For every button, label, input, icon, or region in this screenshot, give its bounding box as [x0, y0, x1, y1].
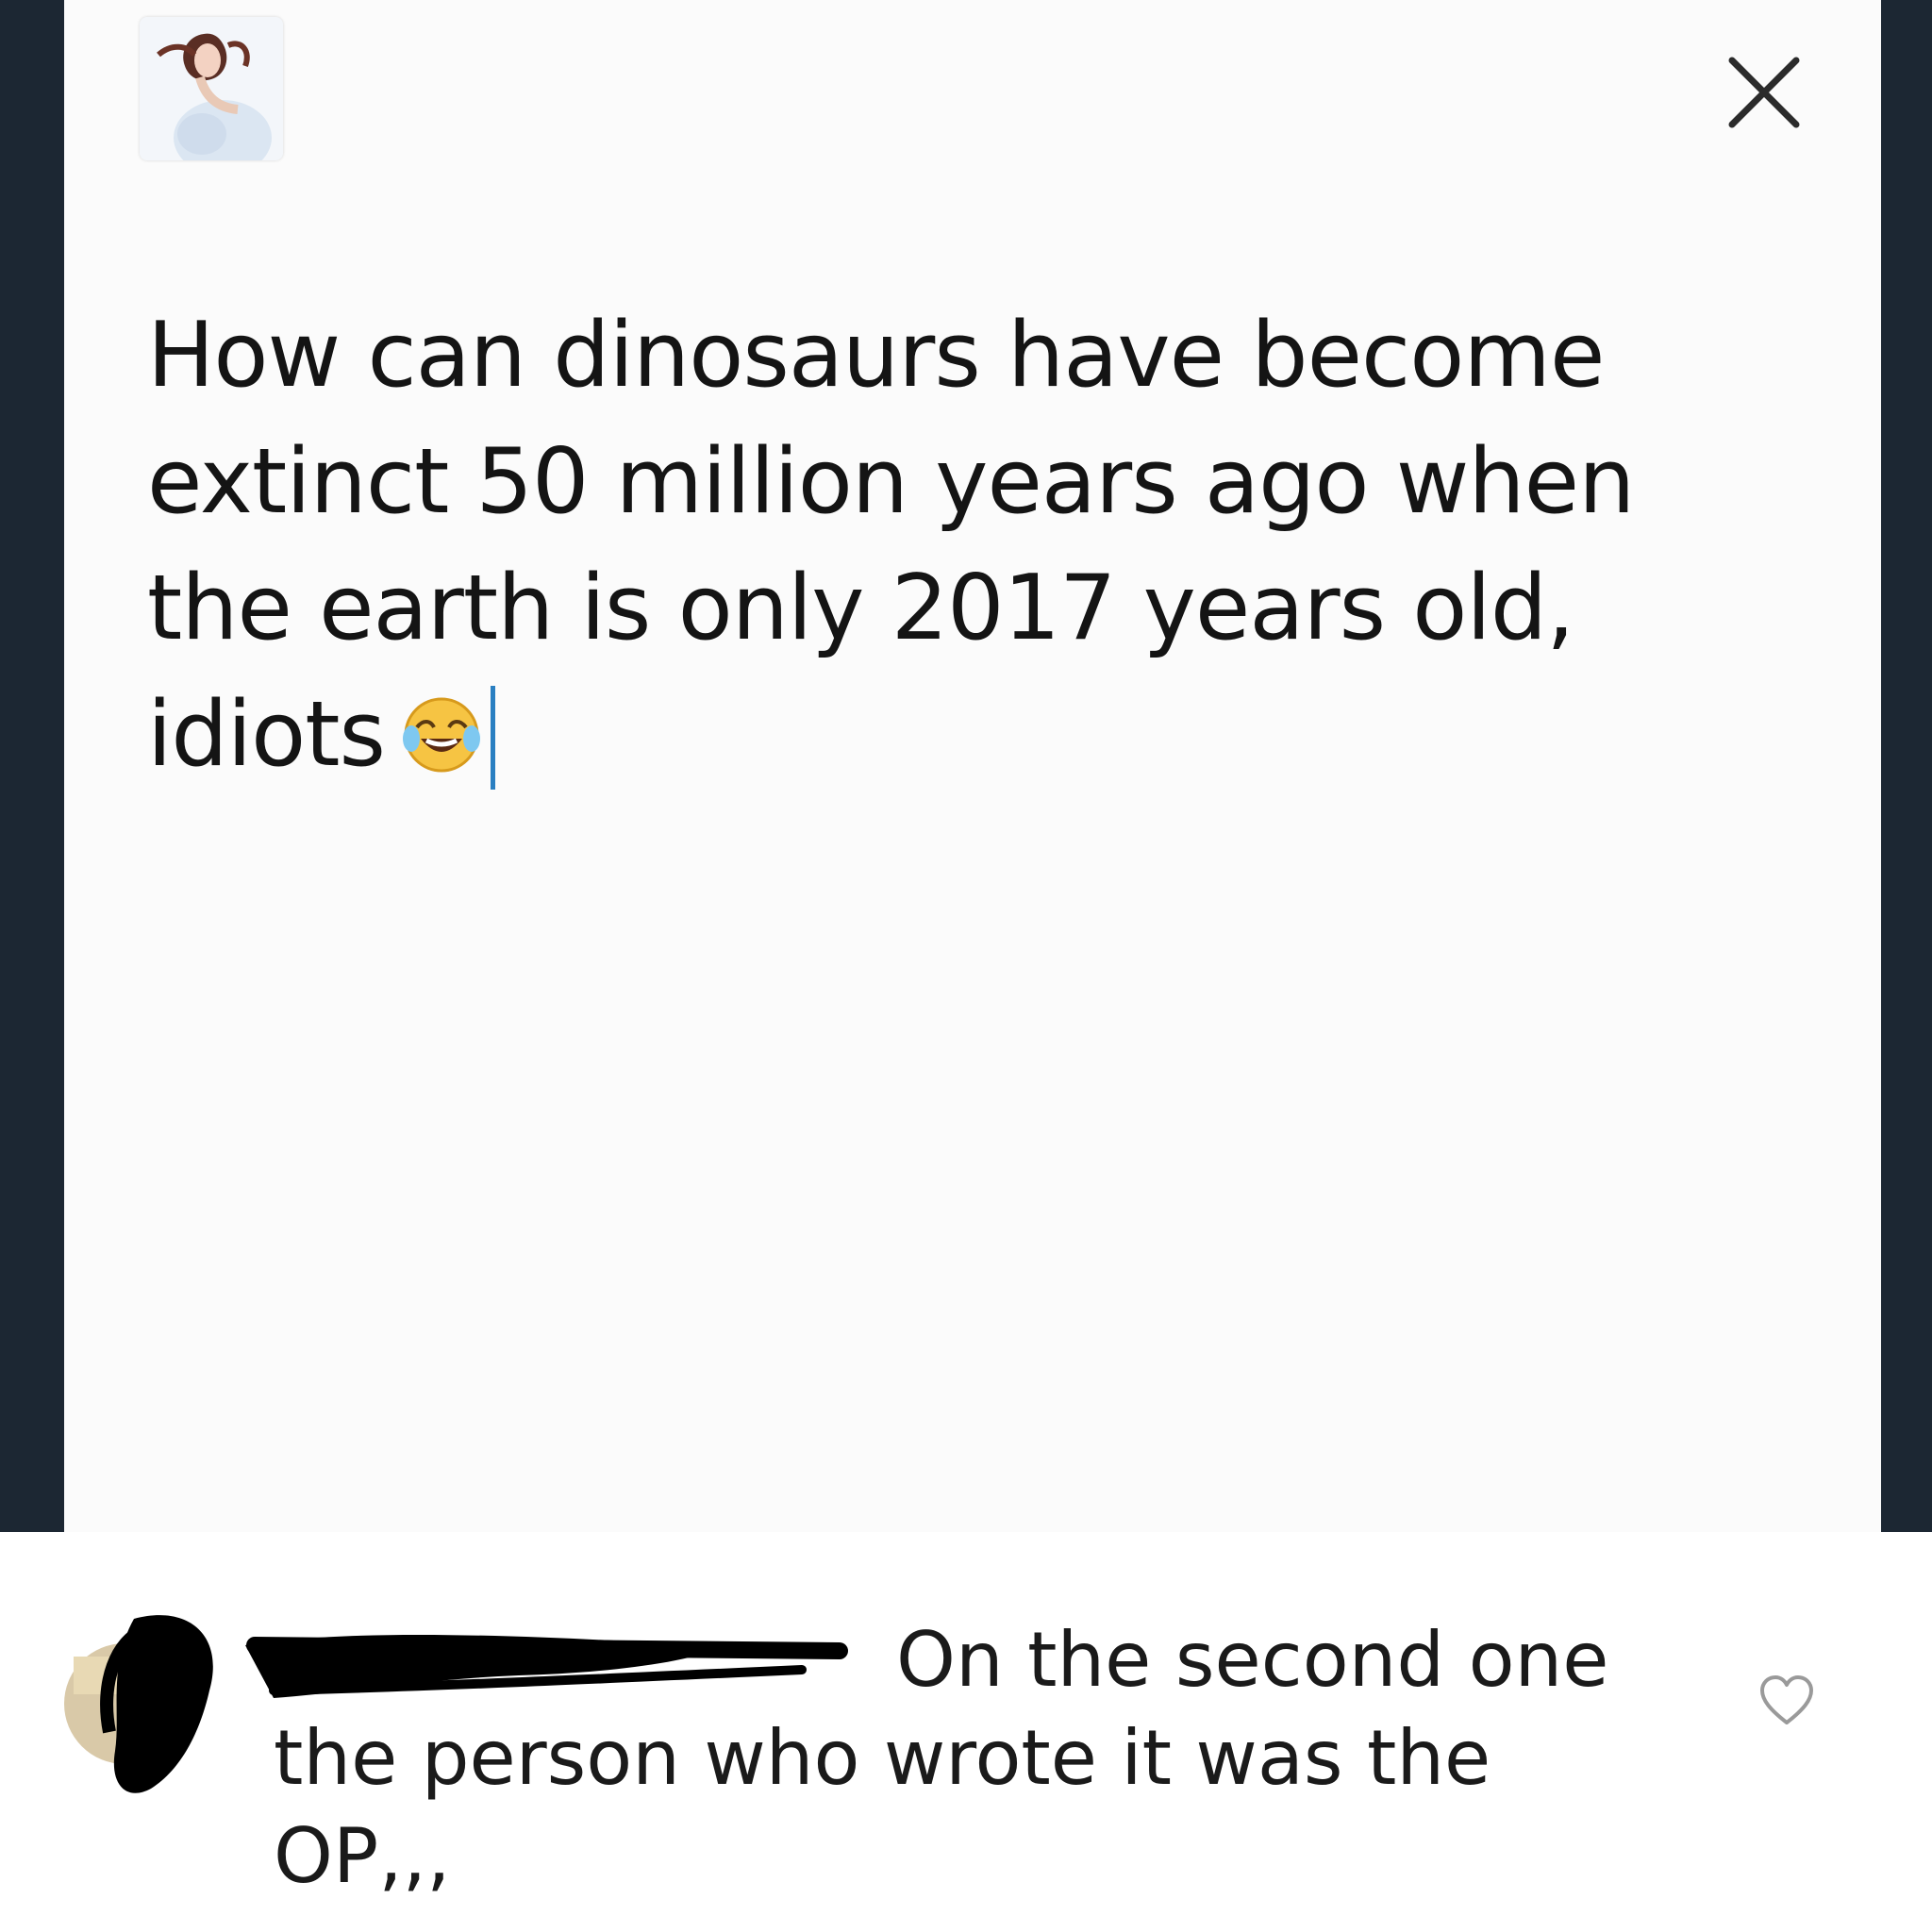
- redacted-avatar-icon: [64, 1615, 213, 1793]
- compose-panel: How can dinosaurs have become extinct 50…: [64, 0, 1881, 1532]
- comment-body: On the second one the person who wrote i…: [274, 1611, 1670, 1906]
- comment-text: On the second one the person who wrote i…: [274, 1616, 1609, 1900]
- comment: On the second one the person who wrote i…: [0, 1532, 1932, 1932]
- close-icon: [1728, 57, 1800, 128]
- compose-text: How can dinosaurs have become extinct 50…: [147, 304, 1635, 787]
- like-button[interactable]: [1757, 1672, 1817, 1732]
- heart-icon: [1760, 1675, 1813, 1724]
- commenter-avatar[interactable]: [58, 1600, 257, 1798]
- compose-textarea[interactable]: How can dinosaurs have become extinct 50…: [147, 292, 1807, 798]
- face-with-tears-of-joy-emoji: [398, 683, 485, 773]
- text-cursor: [490, 686, 495, 790]
- user-avatar[interactable]: [140, 17, 283, 160]
- compose-screenshot: How can dinosaurs have become extinct 50…: [0, 0, 1932, 1532]
- close-button[interactable]: [1719, 47, 1809, 138]
- avatar-image: [140, 17, 283, 160]
